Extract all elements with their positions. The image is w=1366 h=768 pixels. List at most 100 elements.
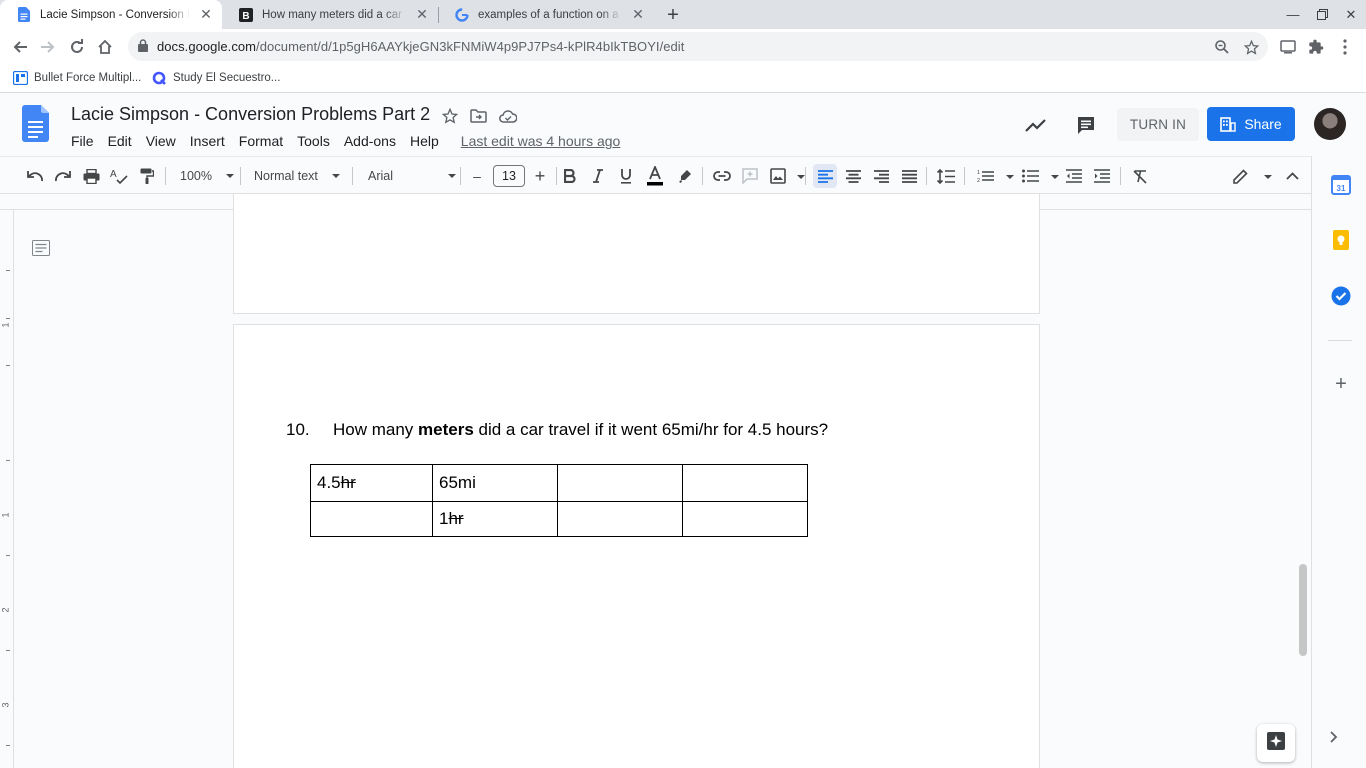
table-cell[interactable]: 4.5hr	[310, 464, 433, 502]
bulleted-list-icon[interactable]	[1018, 164, 1042, 188]
toolbar-divider	[165, 167, 166, 185]
document-outline-icon[interactable]	[32, 240, 52, 260]
table-cell[interactable]	[557, 501, 683, 537]
chevron-up-icon[interactable]	[1280, 164, 1304, 188]
clear-formatting-icon[interactable]	[1128, 164, 1152, 188]
paint-format-icon[interactable]	[135, 164, 159, 188]
reload-icon[interactable]	[63, 33, 91, 61]
editing-mode-icon[interactable]	[1228, 164, 1252, 188]
cloud-saved-icon[interactable]	[498, 106, 518, 126]
close-icon[interactable]: ✕	[414, 6, 430, 23]
redo-icon[interactable]	[51, 164, 75, 188]
comments-icon[interactable]	[1072, 111, 1100, 139]
font-select[interactable]: Arial	[368, 165, 456, 187]
tab-docs[interactable]: Lacie Simpson - Conversion Pro ✕	[0, 0, 222, 29]
avatar[interactable]	[1314, 108, 1346, 140]
menu-format[interactable]: Format	[232, 131, 290, 153]
menu-view[interactable]: View	[139, 131, 183, 153]
minimize-icon[interactable]: —	[1278, 0, 1308, 29]
google-docs-logo-icon[interactable]	[22, 105, 49, 147]
table-cell[interactable]	[557, 464, 683, 502]
numbered-list-icon[interactable]: 12	[973, 164, 997, 188]
chevron-right-icon[interactable]	[1330, 730, 1338, 748]
zoom-icon[interactable]	[1213, 38, 1231, 56]
cast-icon[interactable]	[1278, 37, 1298, 57]
add-addon-icon[interactable]: +	[1330, 373, 1352, 395]
new-tab-button[interactable]: +	[662, 4, 684, 26]
justify-icon[interactable]	[897, 164, 921, 188]
menu-edit[interactable]: Edit	[101, 131, 139, 153]
restore-icon[interactable]	[1307, 0, 1337, 29]
undo-icon[interactable]	[23, 164, 47, 188]
extensions-icon[interactable]	[1306, 37, 1326, 57]
highlight-icon[interactable]	[673, 164, 697, 188]
move-folder-icon[interactable]	[468, 106, 488, 126]
bookmark-bullet-force[interactable]: Bullet Force Multipl...	[12, 68, 141, 88]
table-cell[interactable]	[682, 464, 808, 502]
close-icon[interactable]: ✕	[198, 6, 214, 23]
menu-insert[interactable]: Insert	[183, 131, 232, 153]
star-icon[interactable]	[1242, 38, 1260, 56]
text-color-icon[interactable]	[643, 164, 667, 188]
document-title[interactable]: Lacie Simpson - Conversion Problems Part…	[71, 104, 430, 125]
keep-icon[interactable]	[1330, 229, 1352, 251]
home-icon[interactable]	[91, 33, 119, 61]
spellcheck-icon[interactable]: A	[107, 164, 131, 188]
conversion-table[interactable]: 4.5hr 65mi 1hr	[310, 464, 808, 537]
calendar-icon[interactable]: 31	[1330, 174, 1352, 196]
insert-link-icon[interactable]	[710, 164, 734, 188]
more-menu-icon[interactable]	[1335, 37, 1355, 57]
increase-font-size-button[interactable]: +	[528, 164, 552, 188]
close-window-icon[interactable]: ✕	[1336, 0, 1366, 29]
vertical-ruler[interactable]: 1 1 2 3	[0, 210, 14, 768]
chevron-down-icon[interactable]	[1264, 175, 1272, 179]
explore-button[interactable]	[1257, 724, 1295, 762]
bold-icon[interactable]	[558, 164, 582, 188]
tasks-icon[interactable]	[1330, 285, 1352, 307]
activity-trend-icon[interactable]	[1022, 111, 1050, 139]
chevron-down-icon[interactable]	[797, 175, 805, 179]
menu-help[interactable]: Help	[403, 131, 446, 153]
zoom-select[interactable]: 100%	[180, 165, 234, 187]
turn-in-button[interactable]: TURN IN	[1117, 108, 1199, 141]
table-cell[interactable]	[310, 501, 433, 537]
add-comment-icon[interactable]	[738, 164, 762, 188]
decrease-font-size-button[interactable]: –	[465, 164, 489, 188]
menu-tools[interactable]: Tools	[290, 131, 337, 153]
question-text[interactable]: 10. How many meters did a car travel if i…	[286, 420, 828, 440]
last-edit-link[interactable]: Last edit was 4 hours ago	[454, 131, 628, 153]
menu-addons[interactable]: Add-ons	[337, 131, 403, 153]
table-cell[interactable]	[682, 501, 808, 537]
document-canvas[interactable]: 1 2 3 4 5 6 7 8 1 1 2 3 10.How many mete…	[0, 194, 1311, 768]
table-cell[interactable]: 1hr	[432, 501, 558, 537]
address-bar[interactable]: docs.google.com/document/d/1p5gH6AAYkjeG…	[128, 32, 1268, 61]
decrease-indent-icon[interactable]	[1062, 164, 1086, 188]
chevron-down-icon[interactable]	[1051, 175, 1059, 179]
vertical-scrollbar[interactable]	[1299, 564, 1307, 656]
menu-file[interactable]: File	[64, 131, 101, 153]
increase-indent-icon[interactable]	[1090, 164, 1114, 188]
table-cell[interactable]: 65mi	[432, 464, 558, 502]
document-page[interactable]	[233, 324, 1040, 768]
style-select[interactable]: Normal text	[254, 165, 340, 187]
bookmark-quizlet[interactable]: Study El Secuestro...	[151, 68, 280, 88]
document-page-previous[interactable]	[233, 194, 1040, 314]
print-icon[interactable]	[79, 164, 103, 188]
align-left-icon[interactable]	[813, 164, 837, 188]
italic-icon[interactable]	[586, 164, 610, 188]
star-icon[interactable]	[440, 106, 460, 126]
chevron-down-icon[interactable]	[1006, 175, 1014, 179]
insert-image-icon[interactable]	[766, 164, 790, 188]
back-icon[interactable]	[6, 33, 34, 61]
line-spacing-icon[interactable]	[934, 164, 958, 188]
share-button[interactable]: Share	[1207, 107, 1295, 141]
close-icon[interactable]: ✕	[630, 6, 646, 23]
svg-text:A: A	[110, 169, 117, 180]
align-right-icon[interactable]	[869, 164, 893, 188]
underline-icon[interactable]	[614, 164, 638, 188]
forward-icon[interactable]	[34, 33, 62, 61]
align-center-icon[interactable]	[841, 164, 865, 188]
tab-google[interactable]: examples of a function on a gra ✕	[438, 0, 654, 29]
tab-brainly[interactable]: B How many meters did a car trav ✕	[222, 0, 438, 29]
font-size-input[interactable]: 13	[493, 165, 525, 187]
